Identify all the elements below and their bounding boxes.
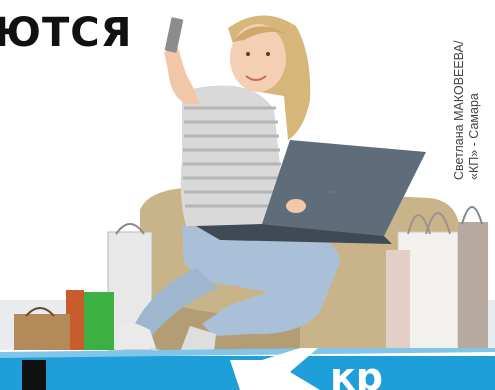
photo-scene: ⋯ [0,0,495,352]
banner-text: кр [330,355,383,390]
face [230,24,286,92]
hand [286,199,306,213]
photo-frame: ⋯ ЮТСЯ Светлана МАКОВЕЕВА/ «КП» - Самара… [0,0,495,390]
bottom-banner: кр [0,348,495,390]
article-headline: ЮТСЯ [0,10,133,56]
headline-cropped-top [300,0,495,10]
photo-credit-author: Светлана МАКОВЕЕВА/ [452,40,466,180]
photo-credit: Светлана МАКОВЕЕВА/ «КП» - Самара [452,41,482,180]
gift-bag-kraft [14,314,70,350]
photo-credit-source: «КП» - Самара [467,93,481,180]
banner-letter-shape-left [22,360,46,390]
svg-text:⋯: ⋯ [330,190,336,196]
shopping-bag-rose [386,250,410,350]
